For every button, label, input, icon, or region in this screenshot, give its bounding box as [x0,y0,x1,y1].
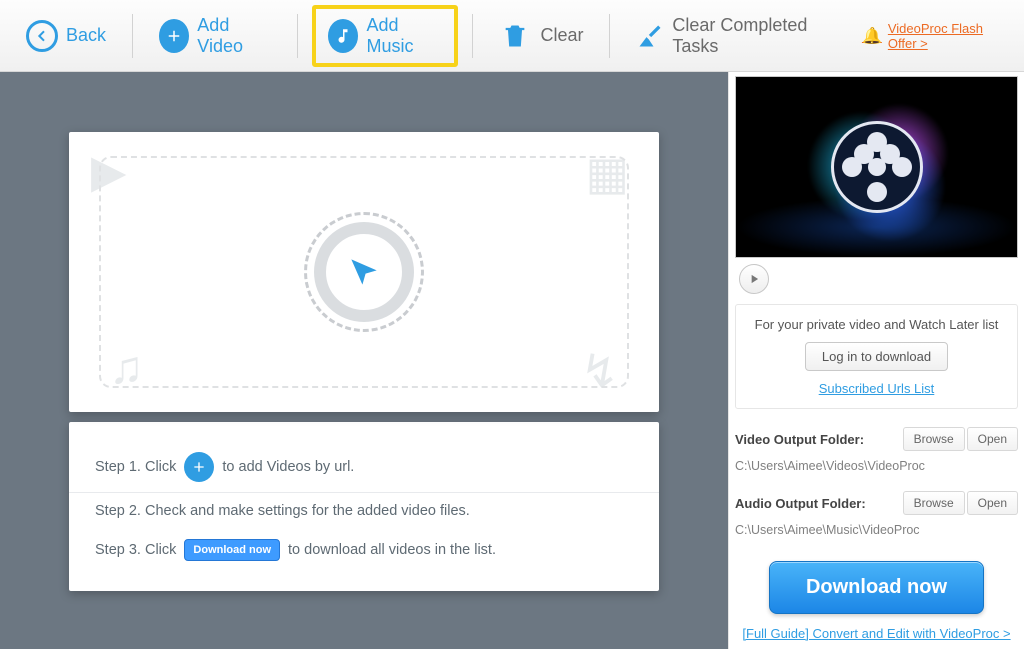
audio-output-path: C:\Users\Aimee\Music\VideoProc [735,523,1018,537]
add-music-button[interactable]: Add Music [312,5,457,67]
bell-icon: 🔔 [862,26,882,46]
video-open-button[interactable]: Open [967,427,1018,451]
video-preview [735,76,1018,258]
step-3: Step 3. Click Download now to download a… [95,529,633,571]
add-video-label: Add Video [197,15,271,57]
back-label: Back [66,25,106,46]
dropzone-border [99,156,629,388]
private-video-message: For your private video and Watch Later l… [755,317,999,332]
clear-label: Clear [540,25,583,46]
step-1-add-icon [184,452,214,482]
clear-completed-button[interactable]: Clear Completed Tasks [624,9,848,63]
clear-completed-label: Clear Completed Tasks [672,15,836,57]
toolbar-divider [472,14,473,58]
step-2: Step 2. Check and make settings for the … [95,493,633,529]
step-2-text: Step 2. Check and make settings for the … [95,503,470,519]
subscribed-urls-link[interactable]: Subscribed Urls List [819,381,935,396]
step-3-text-a: Step 3. Click [95,542,176,558]
video-browse-button[interactable]: Browse [903,427,965,451]
cursor-icon [345,253,383,291]
broom-icon [636,22,664,50]
play-button[interactable] [739,264,769,294]
step-3-text-b: to download all videos in the list. [288,542,496,558]
audio-browse-button[interactable]: Browse [903,491,965,515]
play-controls [735,258,1018,300]
steps-card: Step 1. Click to add Videos by url. Step… [69,422,659,591]
toolbar-divider [297,14,298,58]
video-output-section: Video Output Folder: Browse Open C:\User… [735,427,1018,473]
promo-label: VideoProc Flash Offer > [888,21,1010,51]
step-1: Step 1. Click to add Videos by url. [95,442,633,492]
toolbar-divider [132,14,133,58]
back-button[interactable]: Back [14,14,118,58]
film-reel-icon [831,121,923,213]
add-music-label: Add Music [366,15,441,57]
login-info-box: For your private video and Watch Later l… [735,304,1018,409]
full-guide-link[interactable]: [Full Guide] Convert and Edit with Video… [735,626,1018,641]
video-output-label: Video Output Folder: [735,432,864,447]
download-now-button[interactable]: Download now [769,561,984,614]
trash-icon [498,19,532,53]
dropzone[interactable]: ▶ ♫ ▦ ↯ [69,132,659,412]
back-icon [26,20,58,52]
clear-button[interactable]: Clear [486,13,595,59]
side-panel: For your private video and Watch Later l… [728,72,1024,649]
add-video-icon [159,19,189,53]
video-output-path: C:\Users\Aimee\Videos\VideoProc [735,459,1018,473]
step-1-text-b: to add Videos by url. [222,459,354,475]
dropzone-ring [304,212,424,332]
toolbar: Back Add Video Add Music Clear Clear Com… [0,0,1024,72]
toolbar-divider [609,14,610,58]
main-panel: ▶ ♫ ▦ ↯ Step 1. Click to add Videos by u… [0,72,728,649]
promo-link[interactable]: 🔔 VideoProc Flash Offer > [862,21,1010,51]
step-1-text-a: Step 1. Click [95,459,176,475]
dropzone-inner-ring [314,222,414,322]
add-music-icon [328,19,358,53]
login-button[interactable]: Log in to download [805,342,948,371]
step-3-download-badge: Download now [184,539,280,561]
audio-open-button[interactable]: Open [967,491,1018,515]
audio-output-label: Audio Output Folder: [735,496,866,511]
add-video-button[interactable]: Add Video [147,9,283,63]
audio-output-section: Audio Output Folder: Browse Open C:\User… [735,491,1018,537]
content-area: ▶ ♫ ▦ ↯ Step 1. Click to add Videos by u… [0,72,1024,649]
